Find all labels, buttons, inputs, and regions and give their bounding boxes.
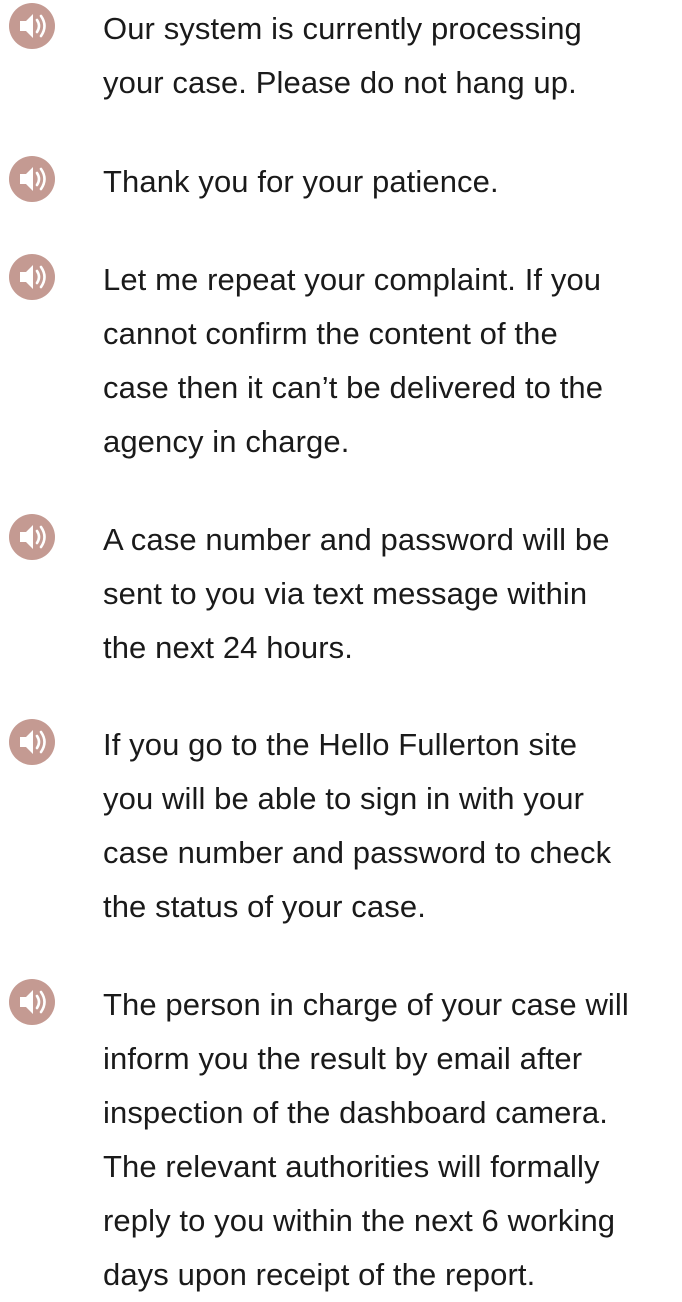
message-text: The person in charge of your case will i… [103, 987, 629, 1292]
speaker-icon[interactable] [8, 718, 56, 766]
message-text: Let me repeat your complaint. If you can… [103, 262, 604, 459]
message-text: Our system is currently processing your … [103, 11, 582, 100]
speaker-icon[interactable] [8, 978, 56, 1026]
speaker-icon[interactable] [8, 155, 56, 203]
message-text: Thank you for your patience. [103, 164, 499, 199]
speaker-icon[interactable] [8, 253, 56, 301]
message-text: A case number and password will be sent … [103, 522, 610, 665]
message-list: Our system is currently processing your … [0, 0, 682, 1292]
message-text: If you go to the Hello Fullerton site yo… [103, 727, 612, 924]
speaker-icon[interactable] [8, 513, 56, 561]
speaker-icon[interactable] [8, 2, 56, 50]
